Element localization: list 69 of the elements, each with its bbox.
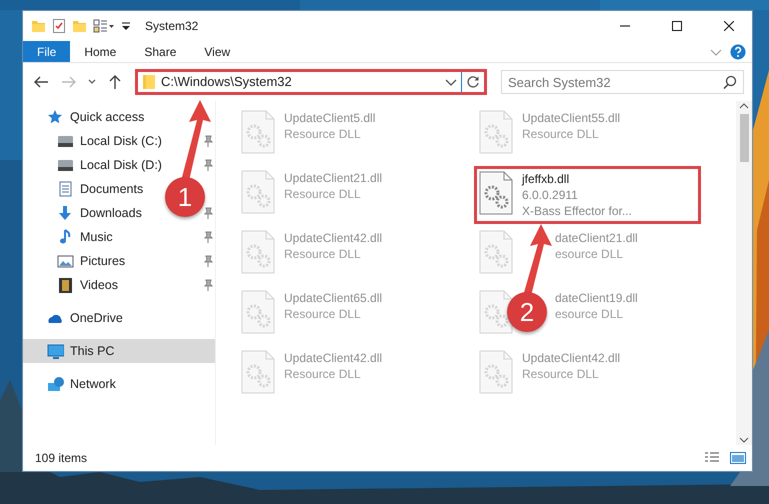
nav-item[interactable]: Local Disk (D:) xyxy=(57,154,162,176)
large-icons-view-icon[interactable] xyxy=(730,451,746,465)
nav-item[interactable]: Quick access xyxy=(47,106,144,128)
nav-item[interactable]: OneDrive xyxy=(47,307,123,329)
scroll-thumb[interactable] xyxy=(740,114,748,162)
file-detail: Resource DLL xyxy=(284,366,362,382)
file-item[interactable]: jfeffxb.dll 6.0.0.2911 X-Bass Effector for... xyxy=(474,166,701,224)
ribbon-tab[interactable]: View xyxy=(190,41,244,62)
nav-item[interactable]: Downloads xyxy=(57,202,142,224)
nav-item[interactable]: Videos xyxy=(57,274,118,296)
item-count: 109 items xyxy=(35,450,88,467)
file-name: UpdateClient42.dll xyxy=(284,350,382,366)
picture-icon xyxy=(57,253,74,269)
folder-icon xyxy=(141,74,157,90)
nav-item[interactable]: Local Disk (C:) xyxy=(57,130,162,152)
document-icon xyxy=(57,181,74,197)
nav-item[interactable]: Pictures xyxy=(57,250,126,272)
file-name: UpdateClient5.dll xyxy=(284,110,376,126)
file-name: UpdateClient21.dll xyxy=(284,170,382,186)
file-menu-button[interactable]: File xyxy=(23,41,70,62)
scrollbar[interactable] xyxy=(736,101,752,445)
gear-file-icon xyxy=(478,171,514,215)
refresh-icon[interactable] xyxy=(466,75,480,89)
file-name: UpdateClient55.dll xyxy=(522,110,620,126)
caret-icon xyxy=(88,78,96,86)
drive-icon xyxy=(57,157,74,173)
properties-icon[interactable] xyxy=(52,18,66,34)
computer-icon xyxy=(47,343,64,359)
drive-icon xyxy=(57,133,74,149)
file-name: UpdateClient42.dll xyxy=(522,350,620,366)
search-icon xyxy=(723,75,737,89)
file-detail: Resource DLL xyxy=(284,246,362,262)
up-icon xyxy=(107,74,123,90)
film-icon xyxy=(57,277,74,293)
close-icon xyxy=(724,21,734,31)
folder-icon xyxy=(31,18,46,34)
ribbon-tab[interactable]: Home xyxy=(70,41,130,62)
file-detail: 6.0.0.2911 xyxy=(522,187,579,203)
file-detail: Resource DLL xyxy=(522,366,600,382)
address-path: C:\Windows\System32 xyxy=(160,73,293,92)
download-icon xyxy=(57,205,74,221)
file-name: jfeffxb.dll xyxy=(522,171,570,187)
file-detail: Resource DLL xyxy=(522,126,600,142)
file-detail: esource DLL xyxy=(555,246,624,262)
file-detail: Resource DLL xyxy=(284,306,362,322)
view-menu-icon[interactable] xyxy=(93,18,115,34)
nav-item[interactable]: Documents xyxy=(57,178,144,200)
file-name: UpdateClient42.dll xyxy=(284,230,382,246)
scroll-up-icon xyxy=(739,101,749,111)
file-name: UpdateClient65.dll xyxy=(284,290,382,306)
file-name: dateClient19.dll xyxy=(555,290,638,306)
maximize-icon xyxy=(672,21,682,31)
nav-item[interactable]: Network xyxy=(47,373,116,395)
window-title: System32 xyxy=(145,18,198,35)
search-field[interactable]: Search System32 xyxy=(501,70,744,94)
ribbon-tab[interactable]: Share xyxy=(130,41,190,62)
scroll-down-icon xyxy=(739,435,749,445)
file-detail: esource DLL xyxy=(555,306,624,322)
nav-item[interactable]: This PC xyxy=(23,339,215,363)
forward-icon xyxy=(61,74,77,90)
file-detail: Resource DLL xyxy=(284,186,362,202)
network-icon xyxy=(47,376,64,392)
file-name: dateClient21.dll xyxy=(555,230,638,246)
file-description: X-Bass Effector for... xyxy=(522,203,632,219)
star-icon xyxy=(47,109,64,125)
nav-item[interactable]: Music xyxy=(57,226,113,248)
address-bar[interactable]: C:\Windows\System32 xyxy=(135,69,487,95)
back-icon xyxy=(33,74,49,90)
file-detail: Resource DLL xyxy=(284,126,362,142)
